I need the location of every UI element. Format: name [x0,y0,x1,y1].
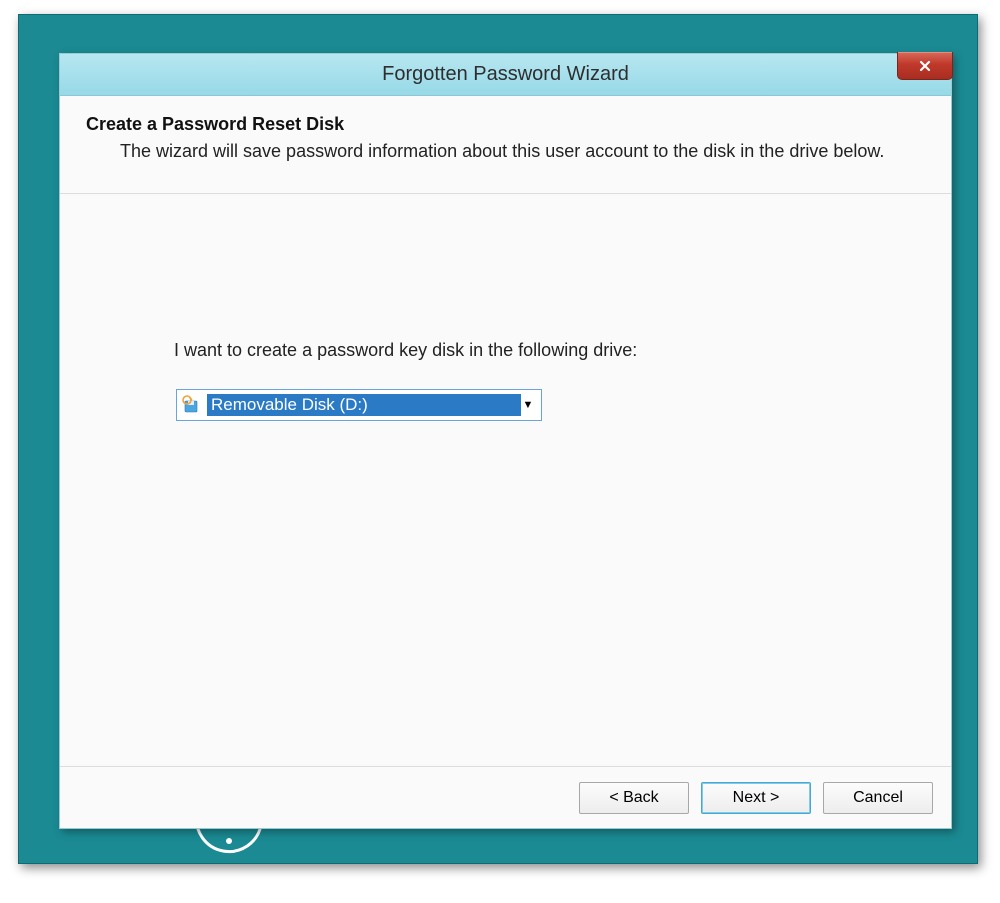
page-description: The wizard will save password informatio… [120,139,925,163]
cancel-button[interactable]: Cancel [823,782,933,814]
desktop-background: Forgotten Password Wizard Create a Passw… [18,14,978,864]
wizard-footer: < Back Next > Cancel [60,766,951,828]
next-button[interactable]: Next > [701,782,811,814]
titlebar[interactable]: Forgotten Password Wizard [60,54,951,96]
removable-disk-icon [181,395,201,415]
page-title: Create a Password Reset Disk [86,114,925,135]
wizard-header: Create a Password Reset Disk The wizard … [60,96,951,194]
wizard-content: I want to create a password key disk in … [60,194,951,766]
back-button[interactable]: < Back [579,782,689,814]
chevron-down-icon: ▼ [521,399,535,411]
drive-select[interactable]: Removable Disk (D:) ▼ [176,389,542,421]
drive-prompt-label: I want to create a password key disk in … [174,340,925,361]
drive-select-value: Removable Disk (D:) [207,394,521,416]
wizard-window: Forgotten Password Wizard Create a Passw… [59,53,952,829]
close-button[interactable] [897,52,953,80]
close-icon [919,60,931,72]
window-body: Create a Password Reset Disk The wizard … [60,96,951,828]
window-title: Forgotten Password Wizard [382,63,629,86]
